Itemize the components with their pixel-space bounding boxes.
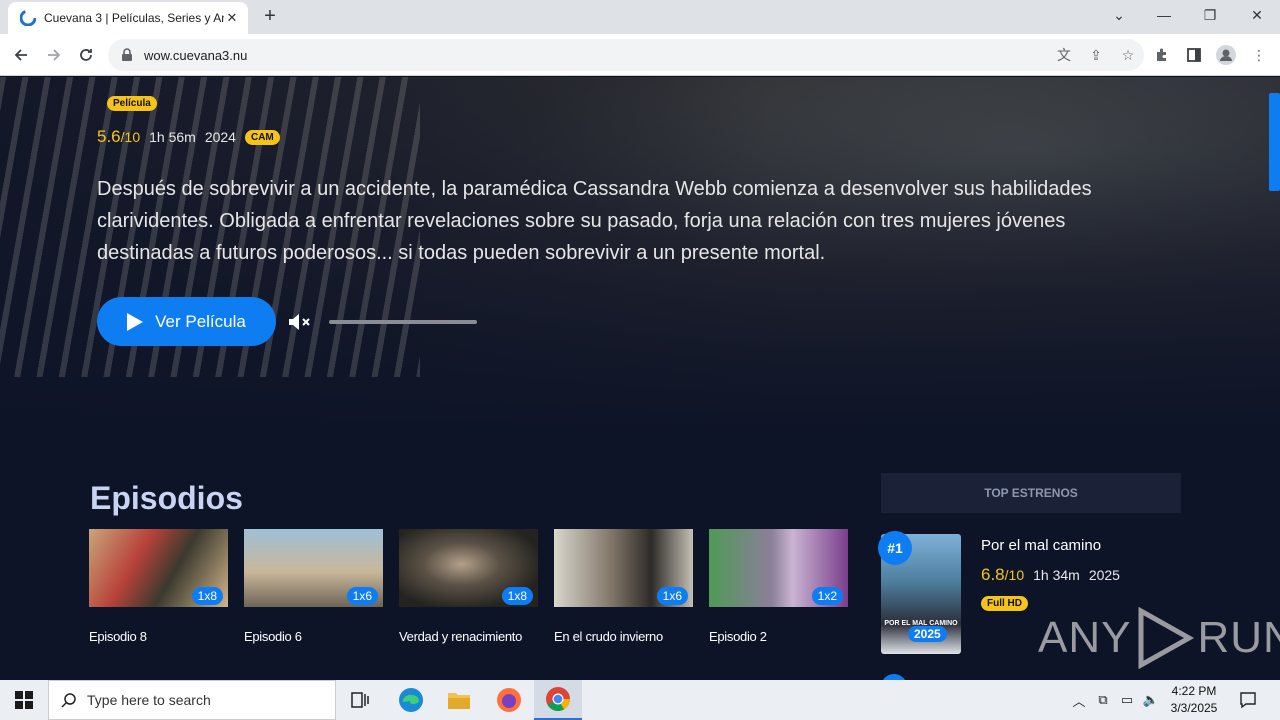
file-explorer-button[interactable] bbox=[435, 680, 483, 720]
top-release-rating: 6.8/10 bbox=[981, 565, 1025, 584]
episode-thumbnail: 1x2 bbox=[709, 529, 848, 607]
web-page: Película 5.6/10 1h 56m 2024 CAM Después … bbox=[0, 77, 1280, 680]
minimize-button[interactable]: — bbox=[1141, 0, 1187, 30]
share-icon[interactable]: ⇪ bbox=[1080, 43, 1112, 67]
network-icon[interactable]: ▭ bbox=[1116, 680, 1138, 720]
episode-title: Episodio 2 bbox=[709, 629, 767, 644]
rank-badge: #1 bbox=[878, 531, 912, 565]
watch-movie-button[interactable]: Ver Película bbox=[97, 297, 276, 346]
bookmark-star-icon[interactable]: ☆ bbox=[1112, 43, 1144, 67]
extensions-puzzle-icon[interactable] bbox=[1149, 42, 1175, 68]
tab-strip: Cuevana 3 | Películas, Series y Anime ✕ … bbox=[0, 0, 1280, 34]
episode-number-badge: 1x6 bbox=[346, 587, 378, 605]
browser-toolbar: wow.cuevana3.nu 文 ⇪ ☆ ⋮ bbox=[0, 34, 1280, 76]
quality-badge: CAM bbox=[244, 129, 280, 145]
show-hidden-icons-chevron-icon[interactable]: ︿ bbox=[1068, 680, 1090, 720]
browser-menu-icon[interactable]: ⋮ bbox=[1246, 42, 1272, 68]
watch-movie-label: Ver Película bbox=[155, 311, 246, 331]
episode-card[interactable]: 1x2 Episodio 2 bbox=[709, 529, 848, 647]
episode-thumbnail: 1x8 bbox=[89, 529, 228, 607]
play-icon bbox=[127, 312, 144, 331]
hero-year: 2024 bbox=[204, 129, 236, 145]
clock-date: 3/3/2025 bbox=[1170, 701, 1218, 715]
tab-search-chevron-icon[interactable]: ⌄ bbox=[1096, 0, 1142, 30]
clock-time: 4:22 PM bbox=[1171, 684, 1217, 698]
hero-rating: 5.6/10 bbox=[97, 127, 141, 146]
episodes-heading: Episodios bbox=[90, 480, 243, 516]
profile-avatar-icon[interactable] bbox=[1213, 42, 1239, 68]
page-scrollbar[interactable] bbox=[1269, 93, 1280, 191]
start-button[interactable] bbox=[0, 680, 48, 720]
browser-tab[interactable]: Cuevana 3 | Películas, Series y Anime ✕ bbox=[8, 2, 248, 34]
episode-card[interactable]: 1x6 En el crudo invierno bbox=[554, 529, 693, 647]
episode-title: Verdad y renacimiento bbox=[399, 629, 523, 644]
episode-number-badge: 1x8 bbox=[191, 587, 223, 605]
notifications-icon[interactable] bbox=[1234, 680, 1262, 720]
back-arrow-icon bbox=[14, 49, 27, 61]
volume-slider[interactable] bbox=[329, 320, 477, 324]
back-button[interactable] bbox=[8, 42, 34, 68]
episode-thumbnail: 1x6 bbox=[244, 529, 383, 607]
type-badge: Película bbox=[107, 96, 157, 111]
episode-card[interactable]: 1x8 Episodio 8 bbox=[89, 529, 228, 647]
episode-thumbnail: 1x8 bbox=[399, 529, 538, 607]
episode-number-badge: 1x8 bbox=[501, 587, 533, 605]
chrome-app-button[interactable] bbox=[534, 680, 582, 720]
taskbar-search-box[interactable]: Type here to search bbox=[48, 680, 336, 720]
url-text: wow.cuevana3.nu bbox=[144, 47, 248, 63]
new-tab-button[interactable]: + bbox=[258, 5, 282, 29]
top-release-duration: 1h 34m bbox=[1033, 567, 1080, 583]
translate-icon[interactable]: 文 bbox=[1048, 43, 1080, 67]
episode-card[interactable]: 1x6 Episodio 6 bbox=[244, 529, 383, 647]
lock-icon bbox=[122, 48, 132, 61]
task-view-icon bbox=[351, 692, 369, 708]
address-bar[interactable]: wow.cuevana3.nu 文 ⇪ ☆ bbox=[108, 39, 1144, 71]
episode-title: Episodio 8 bbox=[89, 629, 147, 644]
tab-close-icon[interactable]: ✕ bbox=[224, 10, 240, 26]
reload-icon bbox=[80, 49, 92, 61]
episode-number-badge: 1x6 bbox=[656, 587, 688, 605]
firefox-icon bbox=[497, 688, 521, 712]
hero-meta: 5.6/10 1h 56m 2024 CAM bbox=[97, 127, 289, 147]
episode-title: Episodio 6 bbox=[244, 629, 302, 644]
hero-synopsis: Después de sobrevivir a un accidente, la… bbox=[97, 178, 1092, 264]
episode-thumbnail: 1x6 bbox=[554, 529, 693, 607]
task-view-button[interactable] bbox=[336, 680, 384, 720]
forward-arrow-icon bbox=[48, 49, 61, 61]
episode-title: En el crudo invierno bbox=[554, 629, 663, 644]
top-release-meta: 6.8/10 1h 34m 2025 bbox=[981, 565, 1129, 585]
top-release-title[interactable]: Por el mal camino bbox=[981, 537, 1101, 554]
top-releases-header: TOP ESTRENOS bbox=[881, 473, 1181, 513]
top-release-quality-badge: Full HD bbox=[981, 596, 1028, 611]
taskbar-clock[interactable]: 4:22 PM 3/3/2025 bbox=[1162, 683, 1226, 717]
chrome-icon bbox=[546, 687, 570, 712]
hero-duration: 1h 56m bbox=[149, 129, 196, 145]
folder-icon bbox=[448, 693, 470, 709]
episode-card[interactable]: 1x8 Verdad y renacimiento bbox=[399, 529, 538, 647]
edge-browser-icon bbox=[399, 688, 423, 712]
device-icon[interactable]: ⧉ bbox=[1092, 680, 1114, 720]
windows-logo-icon bbox=[15, 691, 33, 709]
close-window-button[interactable]: ✕ bbox=[1234, 0, 1280, 30]
top-release-year-badge: 2025 bbox=[908, 626, 947, 642]
firefox-app-button[interactable] bbox=[485, 680, 533, 720]
taskbar: Type here to search ︿ ⧉ ▭ 🔈 4:22 PM 3/3/… bbox=[0, 680, 1280, 720]
reload-button[interactable] bbox=[73, 42, 99, 68]
forward-button[interactable] bbox=[41, 42, 67, 68]
episode-number-badge: 1x2 bbox=[811, 587, 843, 605]
tab-title: Cuevana 3 | Películas, Series y Anime bbox=[44, 11, 224, 25]
restore-button[interactable]: ❐ bbox=[1187, 0, 1233, 30]
side-panel-icon[interactable] bbox=[1181, 42, 1207, 68]
watermark-play-logo-icon bbox=[1138, 607, 1195, 669]
cuevana-favicon-icon bbox=[20, 10, 36, 26]
taskbar-search-placeholder: Type here to search bbox=[87, 692, 211, 708]
top-release-year: 2025 bbox=[1088, 567, 1120, 583]
muted-speaker-icon[interactable] bbox=[287, 311, 313, 333]
volume-icon[interactable]: 🔈 bbox=[1140, 680, 1162, 720]
search-icon bbox=[61, 693, 76, 708]
anyrun-watermark: ANY RUN bbox=[1038, 607, 1280, 669]
edge-app-button[interactable] bbox=[387, 680, 435, 720]
